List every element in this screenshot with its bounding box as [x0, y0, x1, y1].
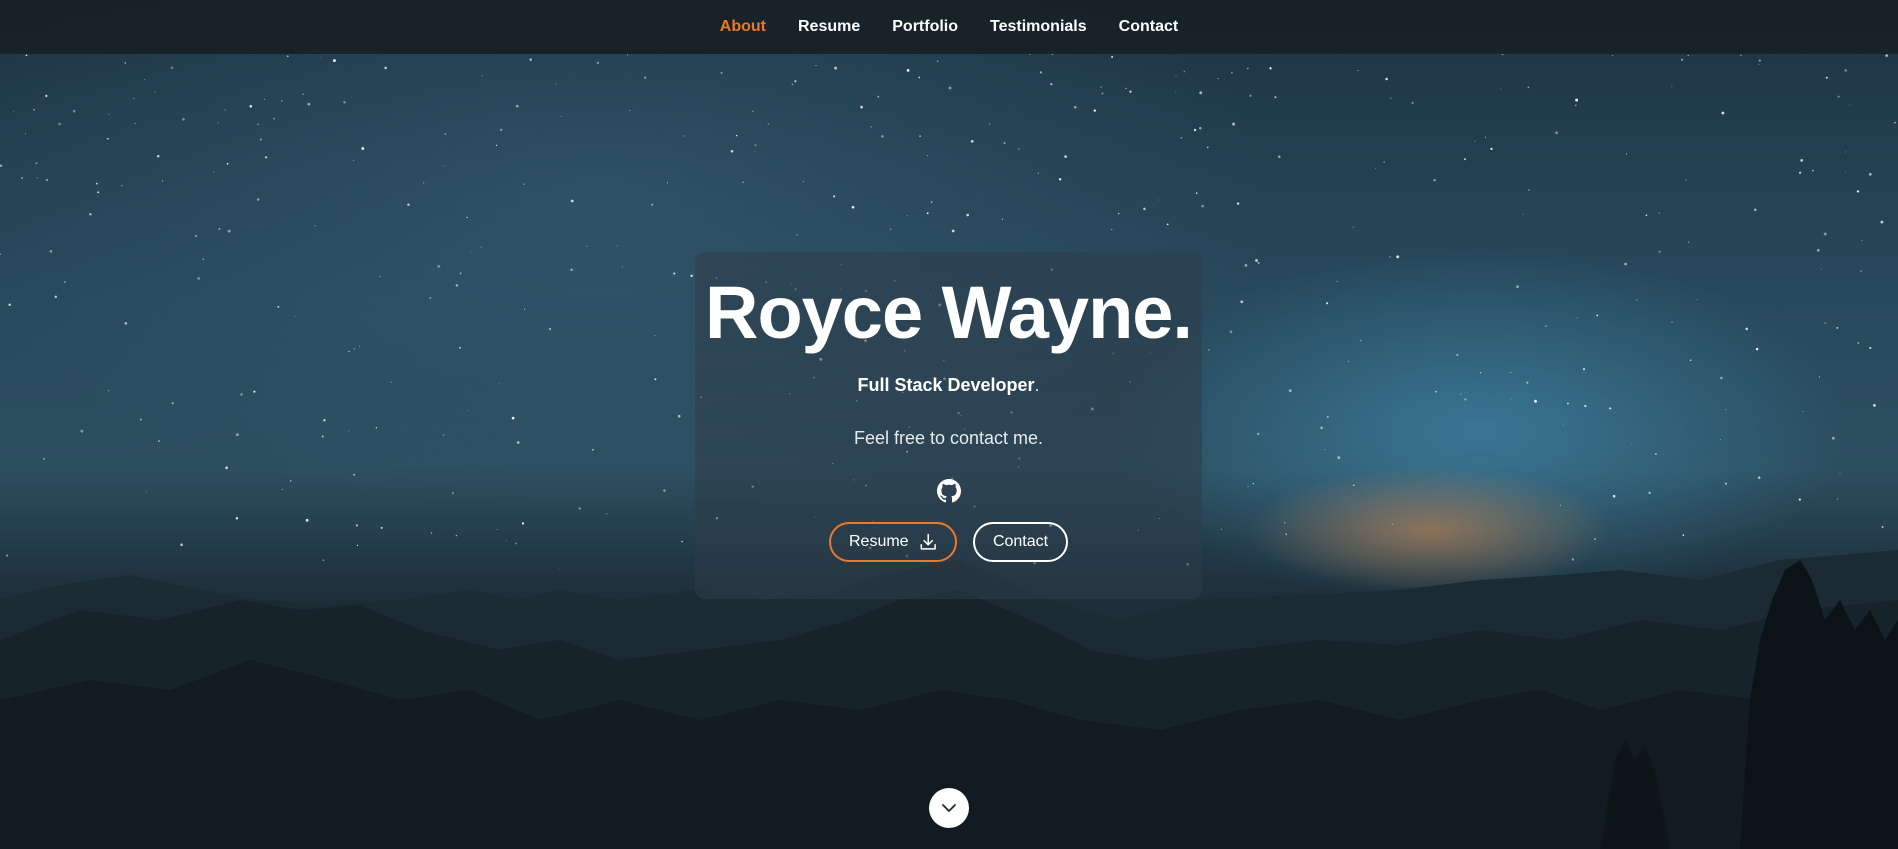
nav-item-about[interactable]: About — [720, 14, 766, 40]
nav-item-portfolio[interactable]: Portfolio — [892, 14, 958, 40]
resume-download-button[interactable]: Resume — [829, 522, 957, 563]
contact-button[interactable]: Contact — [973, 522, 1068, 563]
resume-button-label: Resume — [849, 533, 909, 551]
download-icon — [920, 533, 936, 550]
nav-item-resume[interactable]: Resume — [798, 14, 860, 40]
scroll-down-button[interactable] — [929, 788, 969, 828]
github-icon[interactable] — [936, 479, 961, 503]
hero-role-line: Full Stack Developer. — [695, 375, 1202, 396]
intro-card: Royce Wayne. Full Stack Developer. Feel … — [695, 252, 1202, 599]
hero-role: Full Stack Developer — [857, 375, 1035, 396]
nav-item-contact[interactable]: Contact — [1119, 14, 1179, 40]
top-navigation: About Resume Portfolio Testimonials Cont… — [0, 0, 1898, 54]
hero-buttons: Resume Contact — [695, 522, 1202, 563]
hero-name: Royce Wayne. — [705, 271, 1193, 354]
hero-role-suffix: . — [1034, 375, 1040, 396]
chevron-down-icon — [942, 804, 956, 812]
hero-tagline: Feel free to contact me. — [853, 428, 1044, 449]
nav-item-testimonials[interactable]: Testimonials — [990, 14, 1087, 40]
